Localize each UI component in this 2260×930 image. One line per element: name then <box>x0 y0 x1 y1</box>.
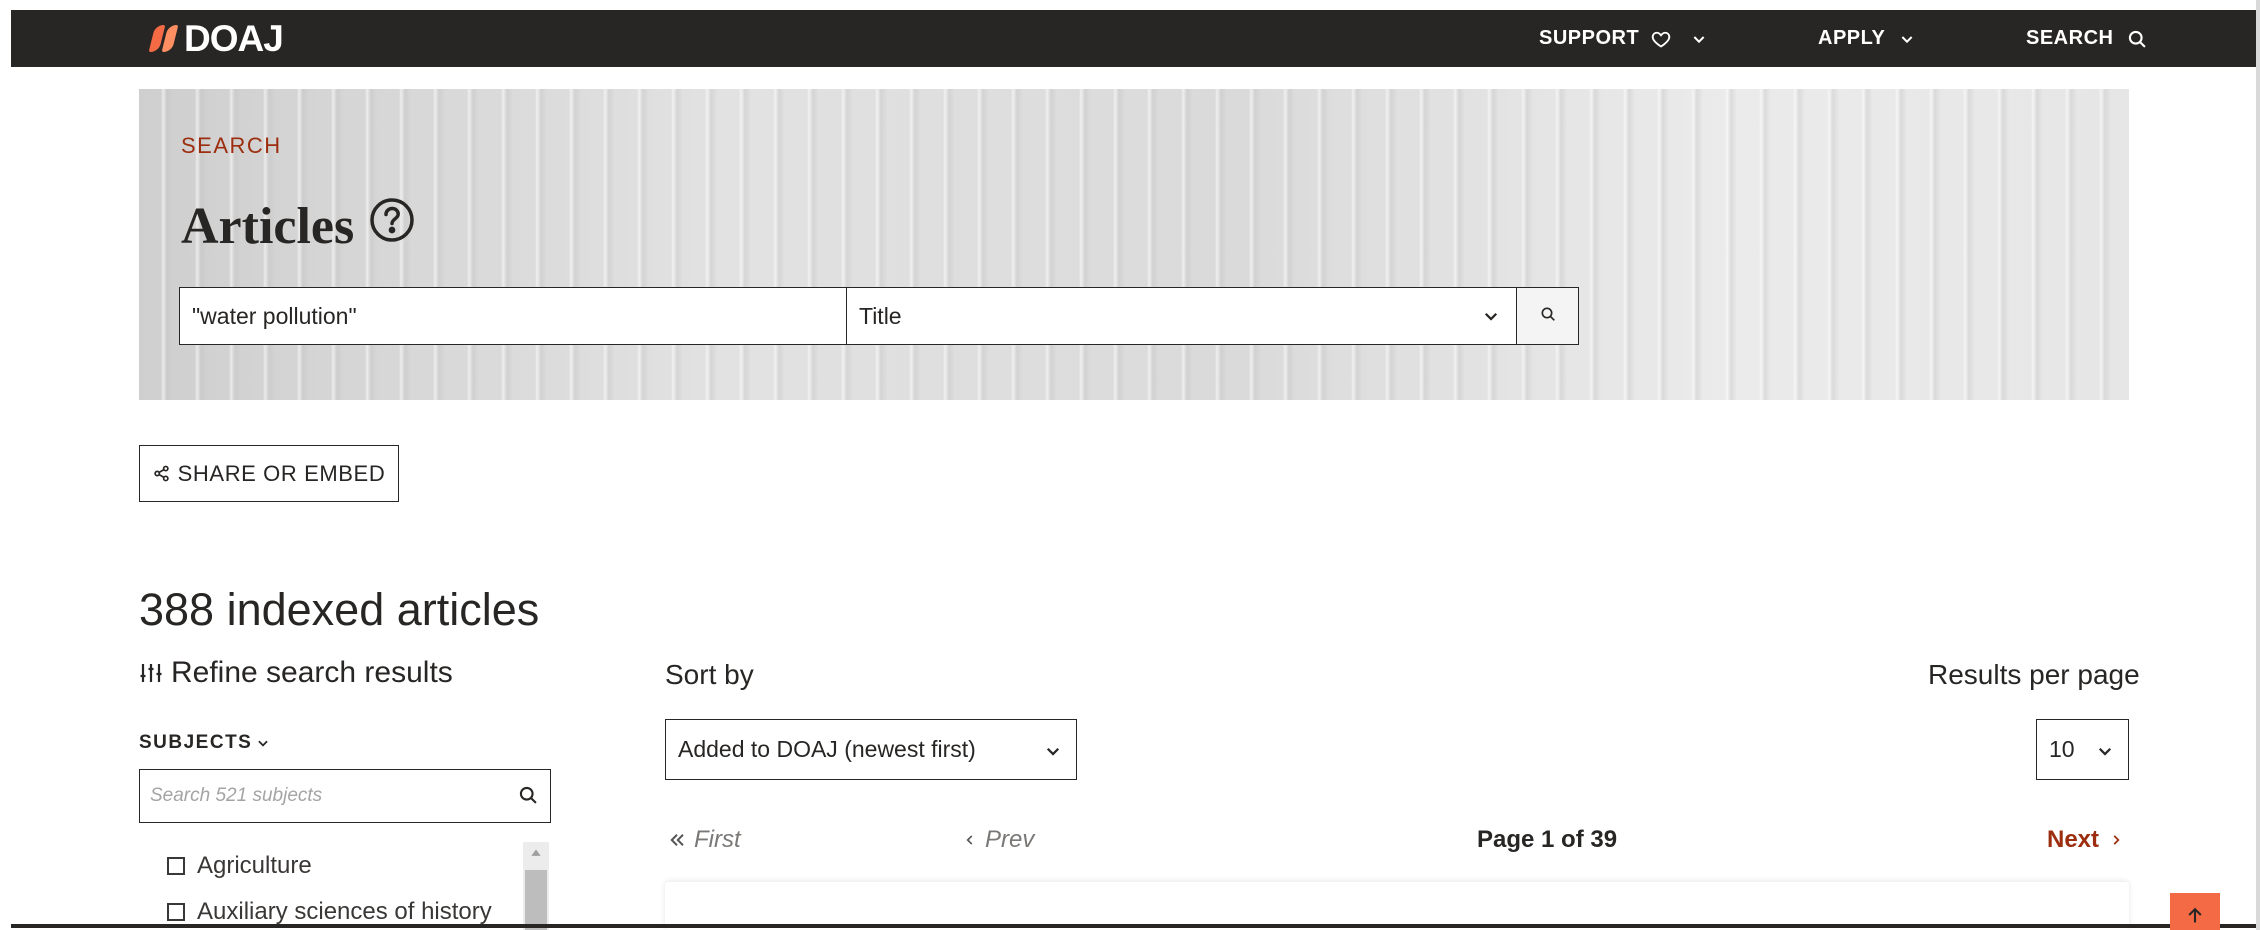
subjects-scrollbar[interactable] <box>523 842 549 930</box>
subject-label: Auxiliary sciences of history <box>197 898 492 925</box>
pager-first-link[interactable]: First <box>668 826 741 854</box>
pager-prev-label: Prev <box>985 826 1035 853</box>
search-input[interactable] <box>179 287 847 345</box>
search-icon <box>2127 29 2147 49</box>
nav-apply-label: APPLY <box>1818 27 1886 49</box>
chevron-right-icon <box>2109 831 2123 849</box>
scrollbar-thumb[interactable] <box>525 870 547 930</box>
results-per-page-label: Results per page <box>1928 659 2140 690</box>
subject-label: Agriculture <box>197 852 312 879</box>
chevron-down-icon <box>2096 742 2114 760</box>
article-search-form: Title <box>179 287 1579 347</box>
logo-text: DOAJ <box>184 17 284 59</box>
refine-label: Refine search results <box>171 656 453 689</box>
pager-next-label: Next <box>2047 826 2100 853</box>
share-or-embed-label: SHARE OR EMBED <box>177 460 386 486</box>
scroll-up-arrow-icon[interactable] <box>523 846 549 864</box>
subject-item-auxiliary-sciences[interactable]: Auxiliary sciences of history <box>167 898 492 926</box>
subjects-label: SUBJECTS <box>139 732 253 753</box>
search-field-selected: Title <box>859 302 902 329</box>
nav-support-label: SUPPORT <box>1539 27 1640 49</box>
results-count: 388 indexed articles <box>139 584 540 635</box>
window-edge <box>2256 0 2260 930</box>
search-icon <box>1540 306 1556 327</box>
pager-page-info: Page 1 of 39 <box>1477 826 1618 853</box>
chevron-down-icon <box>256 736 270 750</box>
chevron-down-icon <box>1044 742 1062 760</box>
page-title-text: Articles <box>181 198 355 255</box>
subjects-search-box <box>139 769 551 823</box>
sort-by-selected: Added to DOAJ (newest first) <box>678 736 976 762</box>
result-card <box>665 882 2129 930</box>
page-title: Articles <box>181 197 416 256</box>
sliders-icon <box>139 661 163 685</box>
results-per-page-selected: 10 <box>2049 736 2075 762</box>
chevron-down-icon <box>1691 31 1707 47</box>
nav-apply[interactable]: APPLY <box>1818 10 1915 67</box>
results-per-page-select[interactable]: 10 <box>2036 719 2129 780</box>
search-field-select[interactable]: Title <box>847 287 1517 345</box>
pager-first-label: First <box>694 826 741 853</box>
nav-search[interactable]: SEARCH <box>2026 10 2147 67</box>
chevrons-left-icon <box>668 831 686 849</box>
bottom-divider <box>11 924 2256 928</box>
subjects-facet-toggle[interactable]: SUBJECTS <box>139 732 270 754</box>
nav-search-label: SEARCH <box>2026 27 2114 49</box>
chevron-down-icon <box>1899 31 1915 47</box>
heart-icon <box>1651 29 1671 49</box>
help-circle-icon[interactable] <box>368 196 416 244</box>
refine-heading: Refine search results <box>139 656 453 690</box>
top-navigation-bar: DOAJ SUPPORT APPLY SEARCH <box>11 10 2256 67</box>
chevron-down-icon <box>1482 307 1500 325</box>
back-to-top-button[interactable] <box>2170 893 2220 930</box>
subjects-search-input[interactable] <box>140 770 500 822</box>
search-icon[interactable] <box>518 785 538 805</box>
search-submit-button[interactable] <box>1517 287 1579 345</box>
arrow-up-icon <box>2185 905 2205 930</box>
nav-support[interactable]: SUPPORT <box>1539 10 1707 67</box>
pager-next-link[interactable]: Next <box>2047 826 2123 854</box>
doaj-logo-mark <box>148 25 179 52</box>
search-hero: SEARCH Articles Title <box>139 89 2129 400</box>
sort-by-select[interactable]: Added to DOAJ (newest first) <box>665 719 1077 780</box>
hero-eyebrow: SEARCH <box>181 133 282 158</box>
chevron-left-icon <box>963 831 977 849</box>
subjects-list: Agriculture Auxiliary sciences of histor… <box>139 842 551 930</box>
doaj-logo[interactable]: DOAJ <box>148 17 284 59</box>
sort-by-label: Sort by <box>665 659 754 690</box>
subject-item-agriculture[interactable]: Agriculture <box>167 852 312 880</box>
share-icon <box>153 465 170 482</box>
pager-prev-link[interactable]: Prev <box>963 826 1034 854</box>
subject-checkbox[interactable] <box>167 857 185 875</box>
subject-checkbox[interactable] <box>167 903 185 921</box>
share-or-embed-button[interactable]: SHARE OR EMBED <box>139 445 399 502</box>
